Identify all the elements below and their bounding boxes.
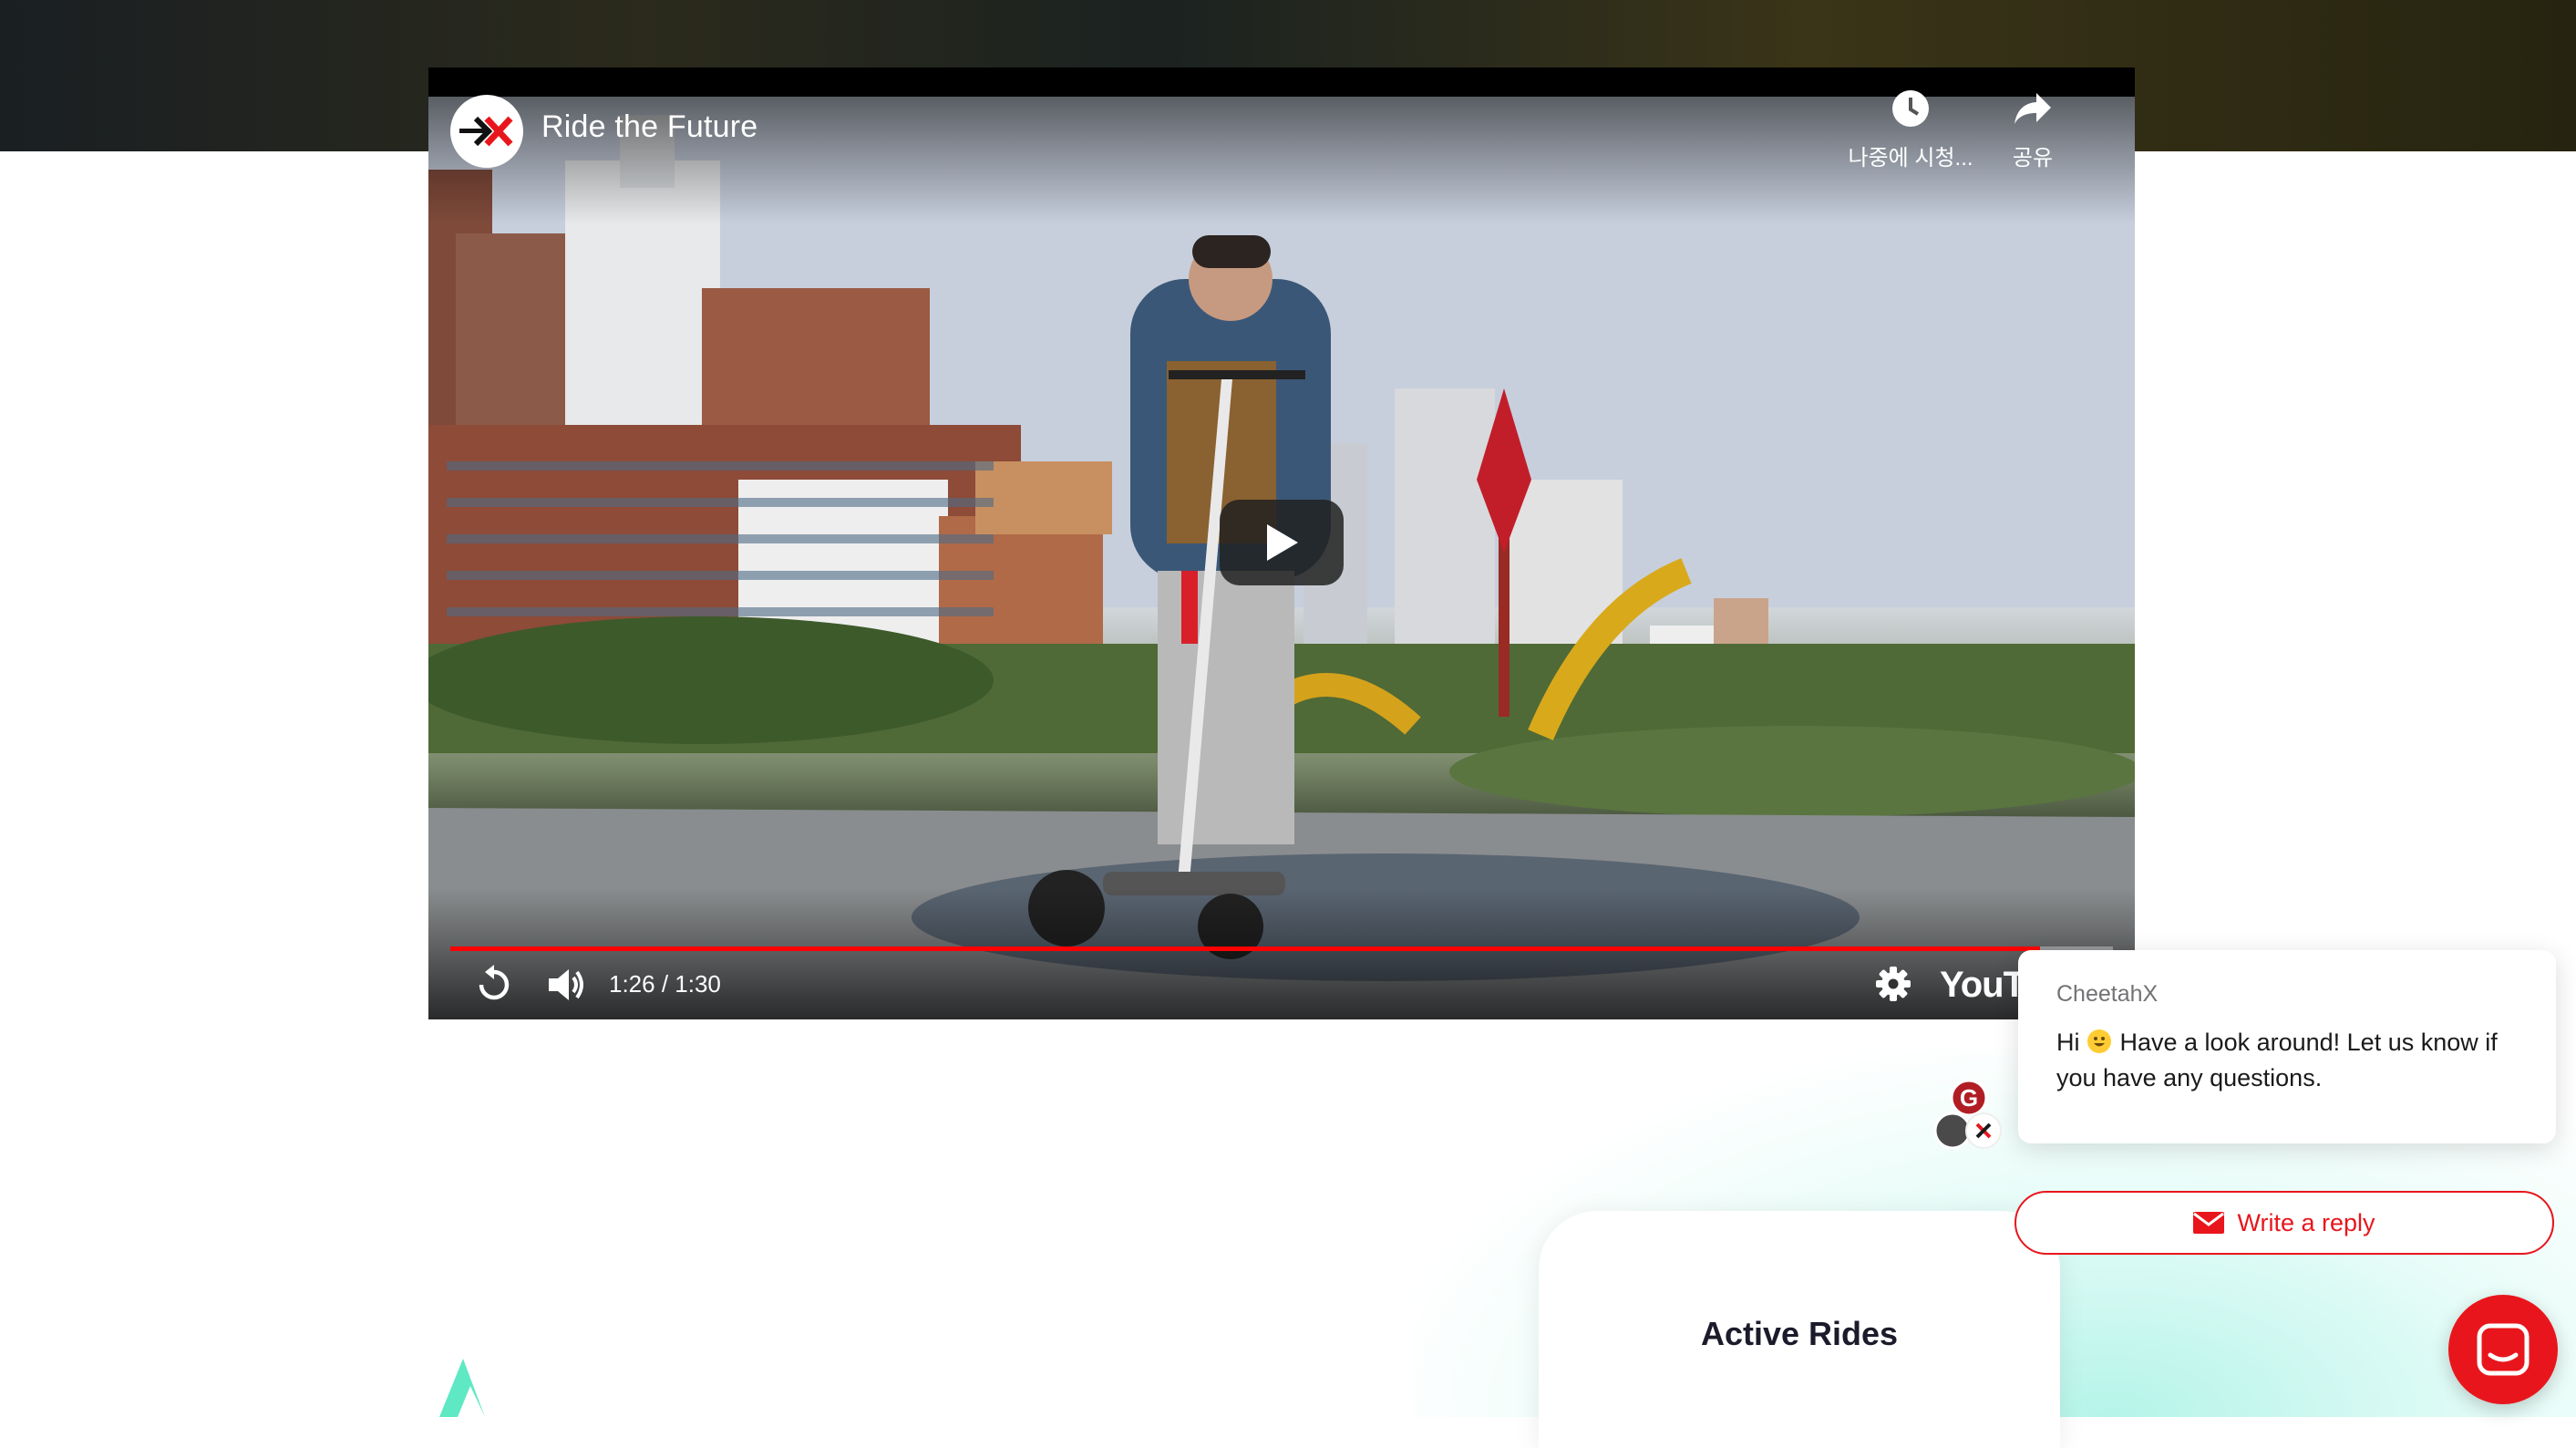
replay-icon [479, 965, 510, 1000]
chat-sender-name: CheetahX [2056, 981, 2159, 1007]
settings-button[interactable] [1876, 967, 1911, 1006]
write-reply-button[interactable]: Write a reply [2014, 1191, 2554, 1255]
chat-message-text: Hi Have a look around! Let us know if you… [2056, 1025, 2530, 1096]
active-rides-title: Active Rides [1700, 1315, 1899, 1352]
share-label: 공유 [2012, 146, 2054, 171]
chat-launcher-button[interactable] [2448, 1295, 2558, 1404]
smile-emoji-icon [2087, 1029, 2111, 1053]
replay-button[interactable] [474, 965, 514, 1009]
watch-later-button[interactable]: 나중에 시청... [1829, 89, 1993, 171]
channel-logo-avatar[interactable] [450, 95, 523, 168]
watch-later-label: 나중에 시청... [1848, 146, 1973, 171]
gear-icon [1876, 967, 1911, 1001]
chat-bubble-icon [2477, 1323, 2530, 1376]
share-arrow-icon [2014, 93, 2051, 124]
time-display: 1:26 / 1:30 [609, 970, 721, 998]
share-button[interactable]: 공유 [1987, 89, 2078, 171]
volume-button[interactable] [545, 965, 587, 1009]
chat-greeting: Hi [2056, 1029, 2080, 1056]
video-title[interactable]: Ride the Future [541, 109, 757, 145]
active-rides-card: Active Rides [1539, 1211, 2060, 1448]
chat-team-avatars: G [1932, 1079, 2005, 1153]
volume-icon [549, 969, 583, 1000]
avatar-photo [1933, 1112, 1972, 1150]
avatar-initial: G [1960, 1084, 1978, 1112]
chat-message-body: Have a look around! Let us know if you h… [2056, 1029, 2498, 1091]
write-reply-label: Write a reply [2237, 1208, 2375, 1236]
clock-icon [1892, 90, 1929, 127]
video-player[interactable]: Ride the Future 나중에 시청... 공유 1:26 / 1:30… [428, 67, 2135, 1019]
play-icon [1267, 524, 1298, 561]
progress-bar[interactable] [450, 946, 2113, 951]
progress-bar-fill [450, 946, 2040, 951]
envelope-icon [2193, 1212, 2225, 1234]
cheetahx-logo-icon [459, 116, 513, 147]
play-button[interactable] [1220, 500, 1344, 585]
lightning-logo-icon [439, 1359, 485, 1417]
chat-message-card[interactable]: CheetahX Hi Have a look around! Let us kn… [2018, 950, 2556, 1143]
